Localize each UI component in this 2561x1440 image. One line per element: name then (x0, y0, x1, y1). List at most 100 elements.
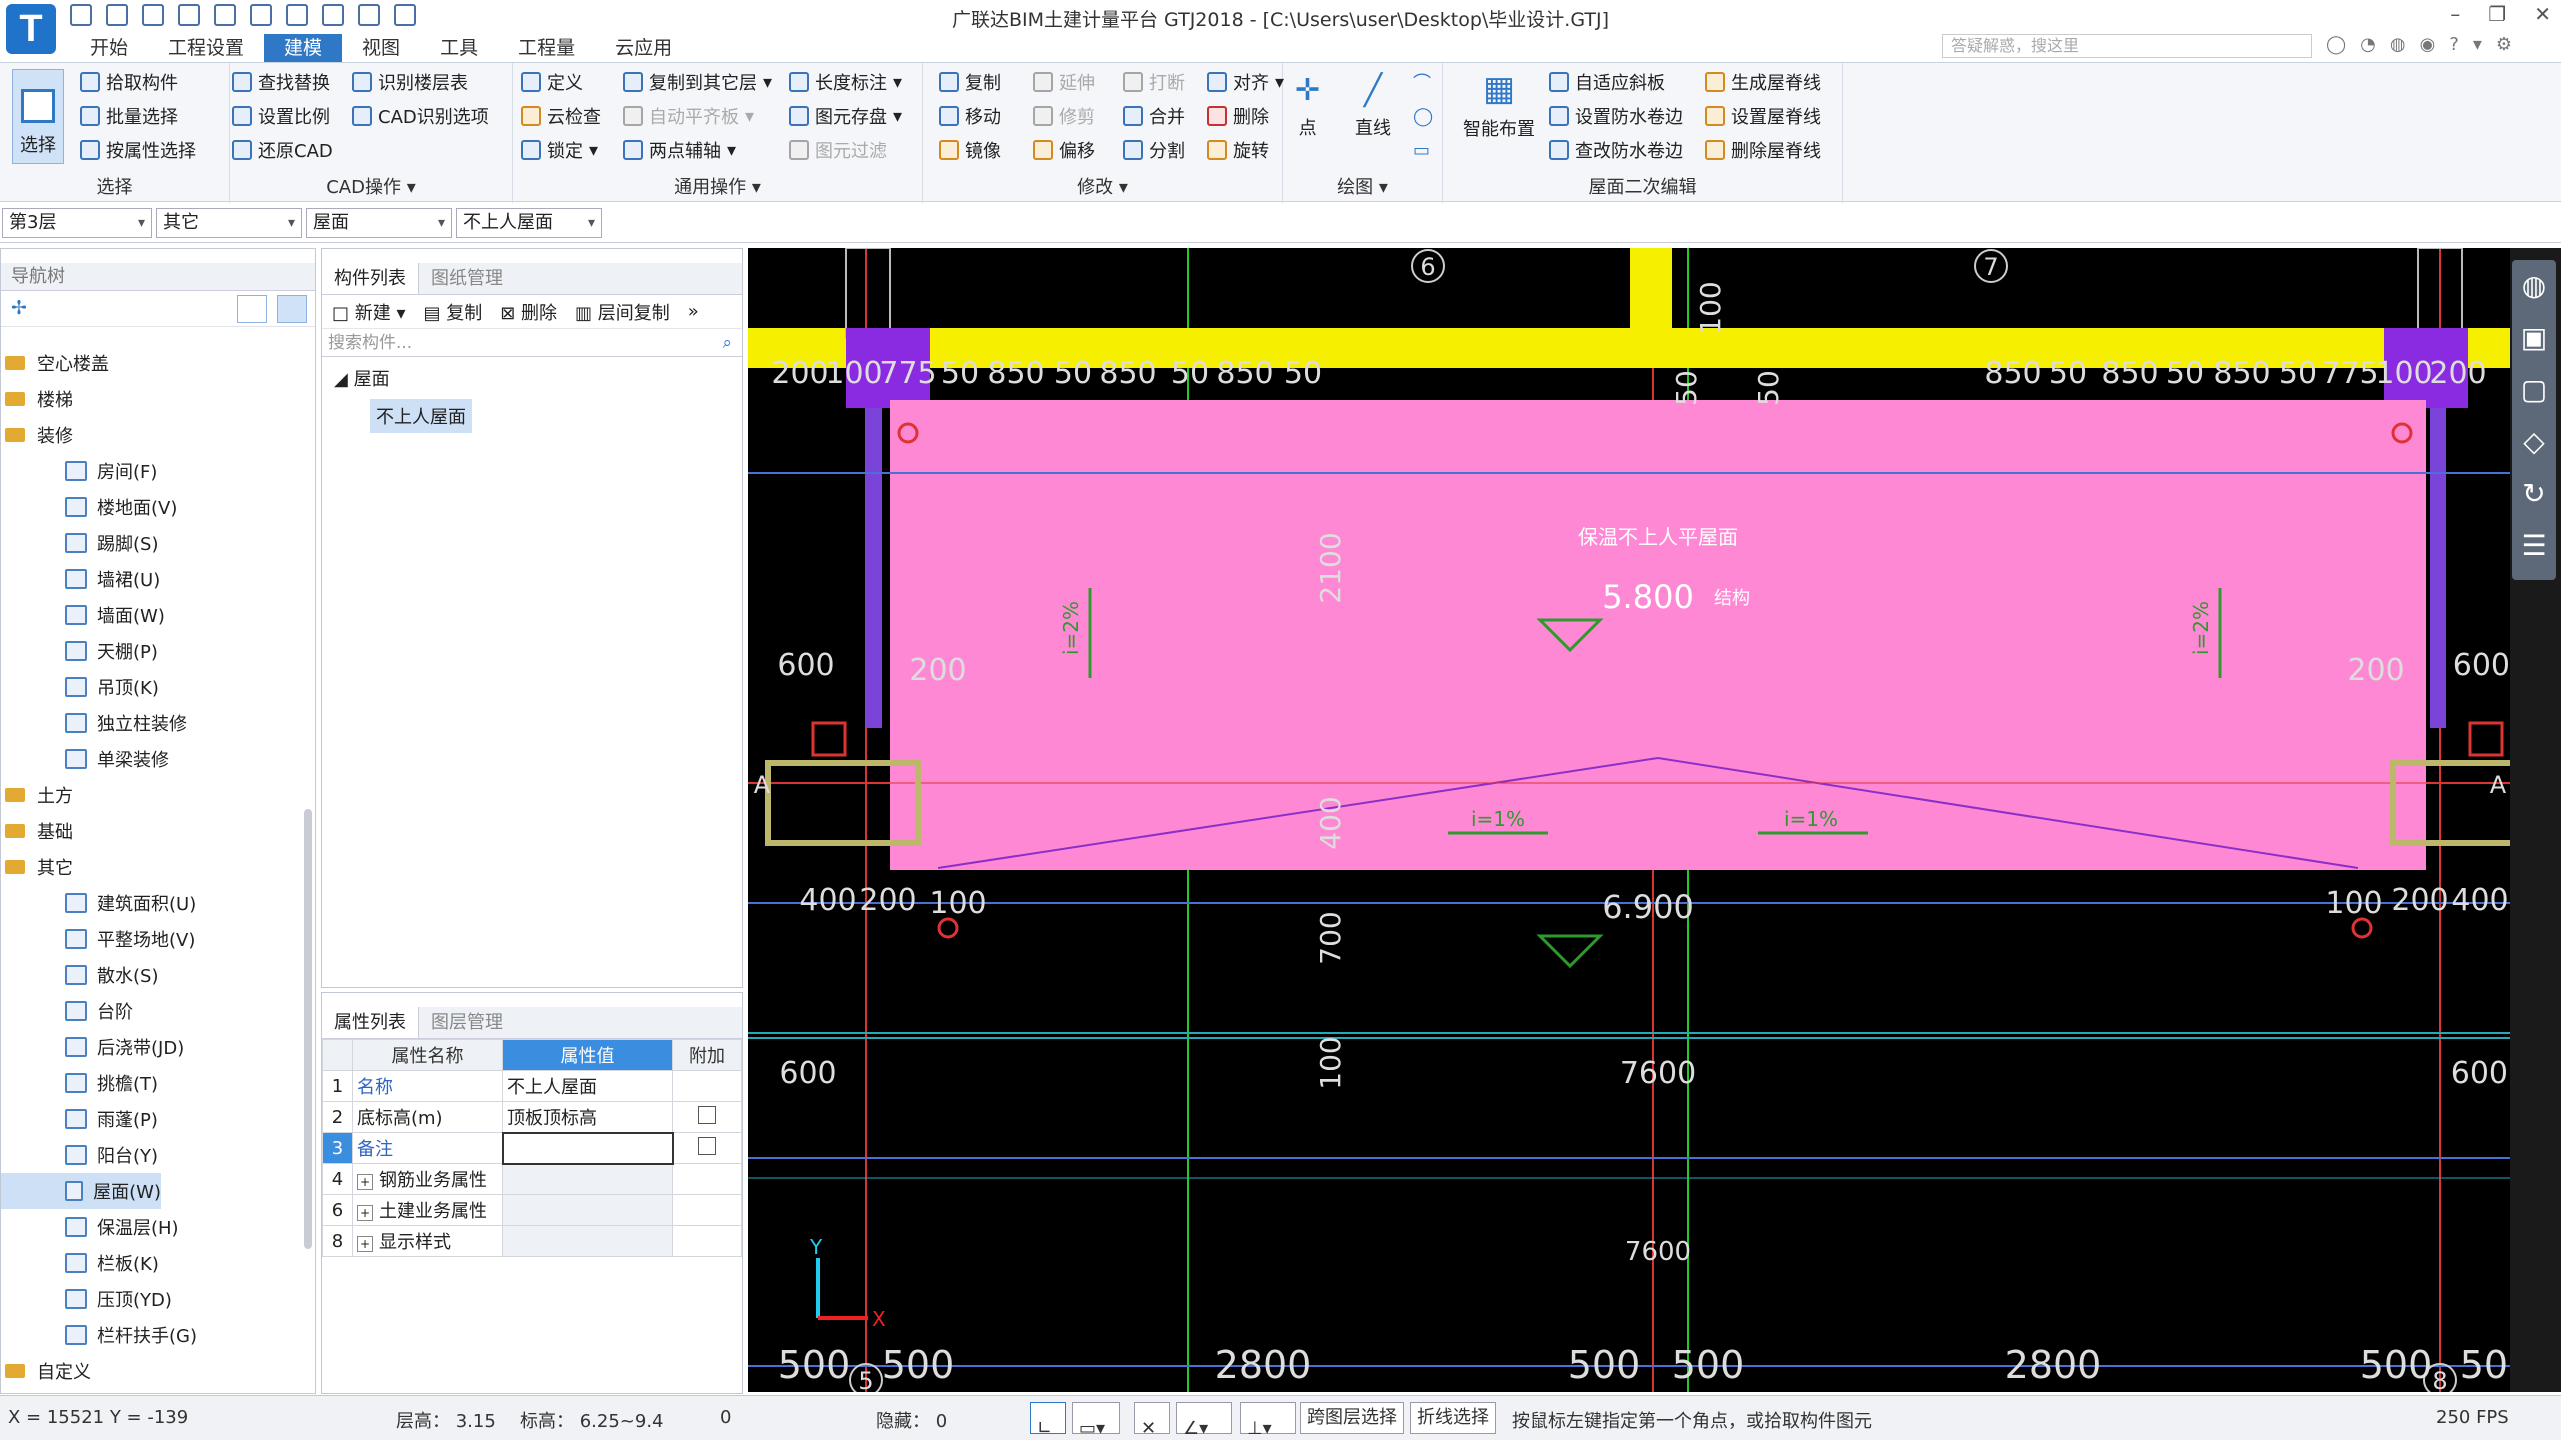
beam-vertical[interactable] (1630, 248, 1672, 368)
copy-to-other-floors-button[interactable]: 复制到其它层 ▾ (623, 67, 772, 97)
pin-icon[interactable]: ✢ (11, 297, 27, 319)
nav-item[interactable]: 房间(F) (1, 453, 305, 489)
rotate-view-icon[interactable]: ↻ (2512, 468, 2556, 520)
property-value[interactable] (502, 1194, 673, 1226)
find-replace-button[interactable]: 查找替换 (232, 67, 330, 97)
nav-item[interactable]: 后浇带(JD) (1, 1029, 305, 1065)
nav-item[interactable]: 雨蓬(P) (1, 1101, 305, 1137)
restore-cad-button[interactable]: 还原CAD (232, 135, 333, 165)
set-scale-button[interactable]: 设置比例 (232, 101, 330, 131)
tab-quantity[interactable]: 工程量 (498, 34, 595, 62)
property-value[interactable] (501, 1131, 674, 1165)
orbit-icon[interactable]: ◍ (2512, 260, 2556, 312)
nav-scrollbar[interactable] (304, 809, 312, 1249)
tab-view[interactable]: 视图 (342, 34, 420, 62)
open-icon[interactable] (106, 4, 128, 26)
app-logo-icon[interactable]: T (6, 4, 56, 54)
sum-icon[interactable] (250, 4, 272, 26)
delete-button[interactable]: 删除 (1207, 101, 1269, 131)
property-extra[interactable] (672, 1101, 742, 1133)
tab-modeling[interactable]: 建模 (264, 34, 343, 62)
tab-start[interactable]: 开始 (70, 34, 148, 62)
nav-folder[interactable]: 楼梯 (1, 381, 305, 417)
offset-toggle[interactable]: ⊥▾ (1240, 1402, 1296, 1439)
help-search-input[interactable]: 答疑解惑，搜这里 (1942, 34, 2312, 58)
circle-button[interactable]: ◯ (1413, 101, 1433, 131)
select-by-property-button[interactable]: 按属性选择 (80, 135, 196, 165)
top-view-icon[interactable]: ▢ (2512, 364, 2556, 416)
drawing-canvas[interactable]: 6 7 5 8 B A A 200 100 775 50 850 50 850 50 850 50… (748, 248, 2510, 1392)
user-icon[interactable]: ◯ (2326, 34, 2346, 55)
nav-item[interactable]: 散水(S) (1, 957, 305, 993)
restore-icon[interactable]: ❐ (2488, 2, 2506, 26)
checkbox[interactable] (698, 1105, 716, 1124)
two-point-axis-button[interactable]: 两点辅轴 ▾ (623, 135, 736, 165)
search-icon[interactable]: ⌕ (722, 329, 732, 357)
table-row[interactable]: 2 底标高(m) 顶板顶标高 (322, 1101, 742, 1133)
group-title[interactable]: CAD操作 ▾ (230, 173, 512, 199)
chat-icon[interactable]: ◍ (2390, 34, 2406, 55)
nav-item[interactable]: 楼地面(V) (1, 489, 305, 525)
move-button[interactable]: 移动 (939, 101, 1001, 131)
cross-layer-select-button[interactable]: 跨图层选择 (1300, 1402, 1404, 1434)
nav-folder[interactable]: 空心楼盖 (1, 345, 305, 381)
print-icon[interactable] (394, 4, 416, 26)
view-icon[interactable] (358, 4, 380, 26)
set-waterproof-edge-button[interactable]: 设置防水卷边 (1549, 101, 1683, 131)
table-row[interactable]: 3 备注 (322, 1131, 742, 1165)
property-extra[interactable] (672, 1163, 742, 1195)
smart-layout-button[interactable]: ▦ 智能布置 (1463, 69, 1535, 151)
tab-cloud[interactable]: 云应用 (595, 34, 692, 62)
table-row[interactable]: 8 + 显示样式 (322, 1225, 742, 1257)
group-title[interactable]: 修改 ▾ (923, 173, 1282, 199)
offset-button[interactable]: 偏移 (1033, 135, 1095, 165)
polyline-select-button[interactable]: 折线选择 (1410, 1402, 1496, 1434)
nav-folder[interactable]: 自定义 (1, 1353, 305, 1389)
nav-item[interactable]: 墙面(W) (1, 597, 305, 633)
lock-button[interactable]: 锁定 ▾ (521, 135, 598, 165)
list-view-icon[interactable] (237, 295, 267, 323)
undo-icon[interactable] (178, 4, 200, 26)
property-extra[interactable] (672, 1194, 742, 1226)
copy-button[interactable]: 复制 (939, 67, 1001, 97)
expand-icon[interactable]: + (357, 1174, 373, 1190)
settings-icon[interactable]: ⚙ (2496, 34, 2512, 55)
nav-item[interactable]: 保温层(H) (1, 1209, 305, 1245)
group-title[interactable]: 通用操作 ▾ (513, 173, 922, 199)
property-value[interactable]: 顶板顶标高 (502, 1101, 673, 1133)
new-component-button[interactable]: □ 新建 ▾ (332, 299, 406, 325)
trim-button[interactable]: 修剪 (1033, 101, 1095, 131)
shirt-icon[interactable]: ▾ (2473, 34, 2482, 55)
wall-right[interactable] (2430, 408, 2446, 728)
nav-item[interactable]: 踢脚(S) (1, 525, 305, 561)
tab-property-list[interactable]: 属性列表 (322, 1007, 419, 1038)
help-icon[interactable]: ? (2449, 34, 2459, 55)
batch-select-button[interactable]: 批量选择 (80, 101, 178, 131)
ortho-toggle[interactable]: ∟ (1030, 1402, 1066, 1439)
cube-3d-icon[interactable]: ▣ (2512, 312, 2556, 364)
nav-item[interactable]: 独立柱装修 (1, 705, 305, 741)
define-button[interactable]: 定义 (521, 67, 583, 97)
property-extra[interactable] (672, 1070, 742, 1102)
property-extra[interactable] (672, 1132, 742, 1164)
align-button[interactable]: 对齐 ▾ (1207, 67, 1284, 97)
break-button[interactable]: 打断 (1123, 67, 1185, 97)
copy-component-button[interactable]: ▤ 复制 (424, 299, 483, 325)
group-title[interactable]: 绘图 ▾ (1283, 173, 1442, 199)
expand-icon[interactable]: + (357, 1236, 373, 1252)
nav-folder[interactable]: 装修 (1, 417, 305, 453)
nav-item[interactable]: 屋面(W) (1, 1173, 161, 1209)
extend-button[interactable]: 延伸 (1033, 67, 1095, 97)
property-value[interactable]: 不上人屋面 (502, 1070, 673, 1102)
wall-left[interactable] (866, 408, 882, 728)
delete-ridge-line-button[interactable]: 删除屋脊线 (1705, 135, 1821, 165)
length-dimension-button[interactable]: 长度标注 ▾ (789, 67, 902, 97)
angle-toggle[interactable]: ∠▾ (1176, 1402, 1232, 1439)
generate-ridge-line-button[interactable]: 生成屋脊线 (1705, 67, 1821, 97)
tab-drawing-manage[interactable]: 图纸管理 (419, 263, 515, 294)
edit-waterproof-edge-button[interactable]: 查改防水卷边 (1549, 135, 1683, 165)
tree-item-roof[interactable]: ◢ 屋面 (334, 365, 730, 391)
more-icon[interactable]: » (688, 301, 699, 322)
tab-layer-manage[interactable]: 图层管理 (419, 1007, 515, 1038)
layers-icon[interactable]: ☰ (2512, 520, 2556, 572)
